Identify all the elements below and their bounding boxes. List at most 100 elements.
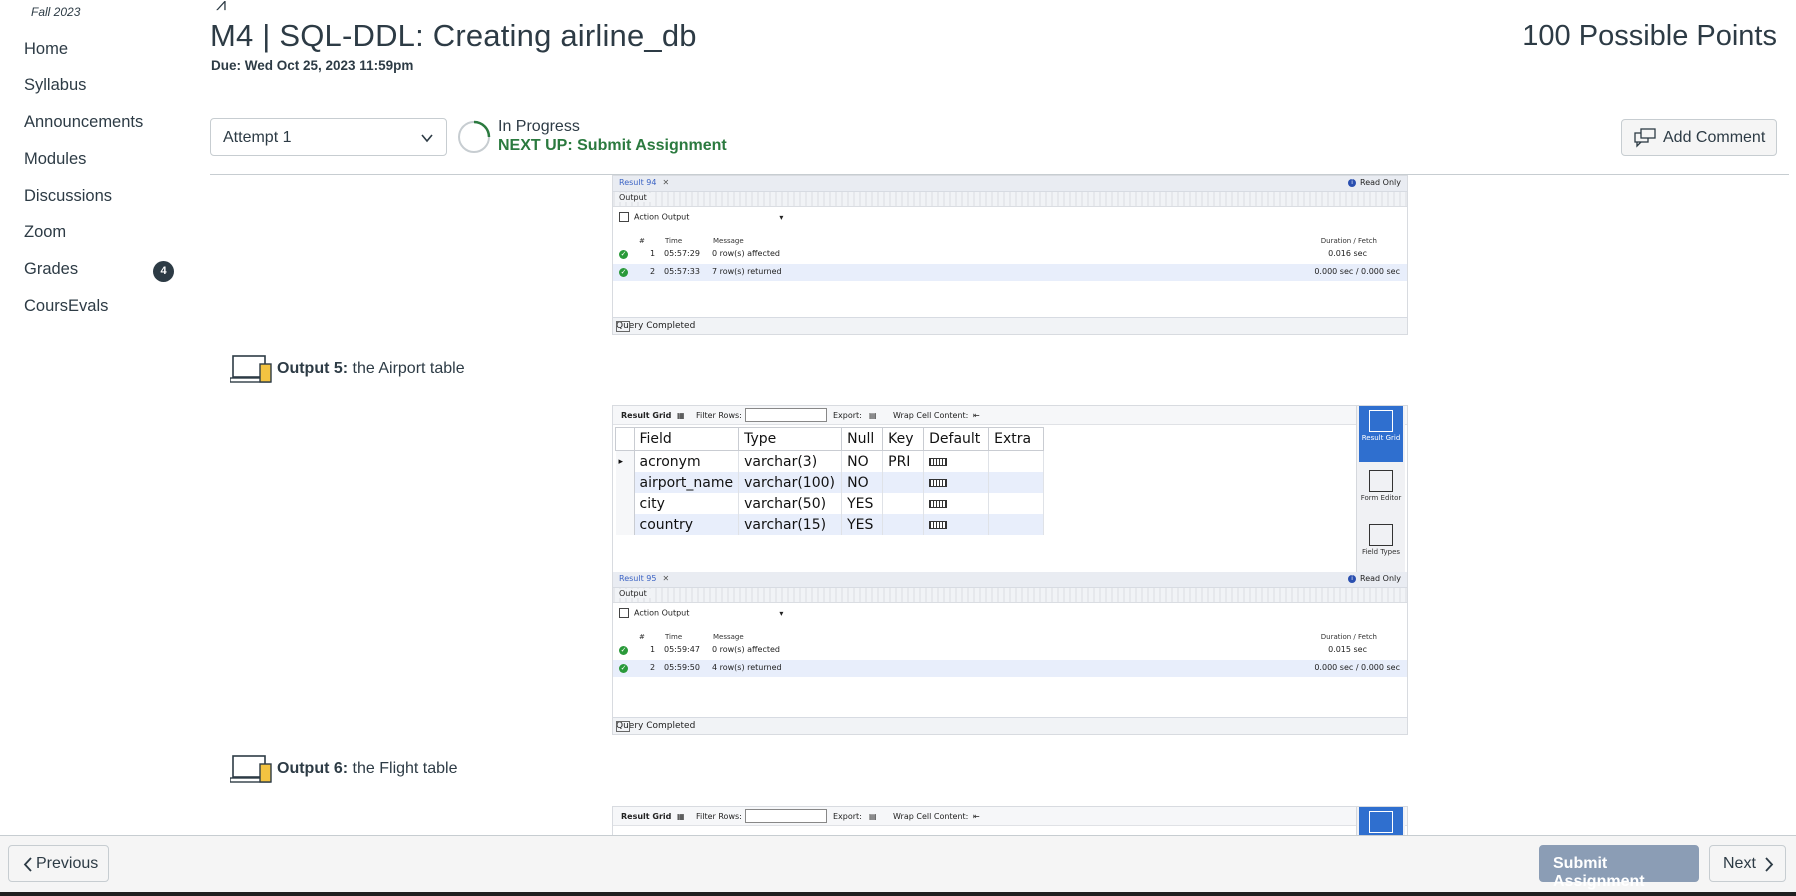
next-button[interactable]: Next [1709,845,1786,882]
result-grid-icon [1369,811,1393,833]
submit-assignment-button[interactable]: Submit Assignment [1539,845,1699,890]
workbench-side-panel: Result Grid Form Editor Field Types [1356,406,1405,572]
result-tab-bar: Result 95 ✕ i Read Only [613,572,1407,588]
wrap-cell-icon: ⇤ [973,411,980,420]
nav-modules[interactable]: Modules [24,150,86,169]
copy-icon [619,212,629,222]
output6-screenshot: Result Grid ▦ Filter Rows: Export: ▤ Wra… [612,806,1408,835]
row-pointer-icon: ▸ [615,450,635,472]
column-header: Type [738,427,843,451]
output-bar: Output [613,192,1407,207]
export-icon: ▤ [869,812,877,821]
action-output-row: ✓ 1 05:57:29 0 row(s) affected 0.016 sec [619,249,1367,259]
attempt-select[interactable]: Attempt 1 [210,118,447,156]
null-blob-icon [929,457,948,466]
result-grid-toolbar: Result Grid ▦ Filter Rows: Export: ▤ Wra… [613,406,1407,425]
info-icon: i [1348,574,1357,583]
column-header: Extra [988,427,1045,451]
previous-label: Previous [36,855,99,872]
output4-screenshot: Result 94 ✕ i Read Only Output Action Outp… [612,175,1408,335]
column-header: Key [882,427,925,451]
chevron-right-icon [1765,857,1774,872]
copy-icon [619,608,629,618]
submission-content[interactable]: Result 94 ✕ i Read Only Output Action Outp… [210,175,1789,835]
action-output-header: # Time Message Duration / Fetch [639,633,1377,641]
course-navigation: Fall 2023 Home Syllabus Announcements Mo… [0,0,200,835]
success-check-icon: ✓ [619,268,628,277]
grid-icon: ▦ [677,812,685,821]
null-blob-icon [929,478,948,487]
workbench-side-panel [1356,807,1405,835]
page-footer: Previous Submit Assignment Next [0,835,1796,893]
progress-ring-icon [458,120,491,153]
null-blob-icon [929,499,948,508]
table-row: city varchar(50) YES [615,493,1045,514]
output-bar: Output [613,588,1407,603]
dropdown-arrow-icon: ▾ [779,212,784,222]
chevron-left-icon [23,857,32,872]
filter-rows-input [745,809,827,823]
nav-discussions[interactable]: Discussions [24,187,112,206]
field-types-icon [1369,524,1393,546]
grid-icon: ▦ [677,411,685,420]
add-comment-label: Add Comment [1663,129,1766,146]
dropdown-arrow-icon: ▾ [779,608,784,618]
close-icon: ✕ [662,178,670,187]
action-output-row: ✓ 1 05:59:47 0 row(s) affected 0.015 sec [619,645,1367,655]
next-up-link[interactable]: NEXT UP: Submit Assignment [498,137,727,155]
nav-courseevals[interactable]: CoursEvals [24,297,108,316]
course-term: Fall 2023 [31,5,81,19]
comment-icon [1634,128,1656,148]
export-icon: ▤ [869,411,877,420]
wrap-cell-icon: ⇤ [973,812,980,821]
result-grid-toolbar: Result Grid ▦ Filter Rows: Export: ▤ Wra… [613,807,1407,826]
form-editor-side-button: Form Editor [1359,466,1403,516]
table-row: country varchar(15) YES [615,514,1045,535]
attempt-select-value: Attempt 1 [223,129,292,146]
column-header: Field [633,427,740,451]
action-output-select: Action Output ▾ [619,608,783,622]
action-output-row: ✓ 2 05:57:33 7 row(s) returned 0.000 sec… [613,264,1407,281]
success-check-icon: ✓ [619,664,628,673]
read-only-indicator: i Read Only [1348,574,1401,583]
airport-field-table: Field Type Null Key Default Extra ▸ acro… [615,427,1045,535]
attempt-status: In Progress [498,118,580,135]
action-output-header: # Time Message Duration / Fetch [639,237,1377,245]
nav-grades[interactable]: Grades [24,260,78,279]
laptop-icon [230,355,272,383]
column-header: Default [923,427,990,451]
filter-rows-input [745,408,827,422]
success-check-icon: ✓ [619,646,628,655]
field-types-side-button: Field Types [1359,520,1403,570]
next-label: Next [1723,855,1756,872]
nav-syllabus[interactable]: Syllabus [24,76,86,95]
result-grid-icon [1369,410,1393,432]
output5-screenshot: Result Grid ▦ Filter Rows: Export: ▤ Wra… [612,405,1408,735]
nav-home[interactable]: Home [24,40,68,59]
result-tab-bar: Result 94 ✕ i Read Only [613,176,1407,192]
logo-icon: ⩘ [216,0,227,14]
due-date: Due: Wed Oct 25, 2023 11:59pm [211,58,414,73]
column-header: Null [841,427,884,451]
result-grid-side-button: Result Grid [1359,406,1403,462]
success-check-icon: ✓ [619,250,628,259]
result-tab: Result 94 ✕ [619,178,670,187]
nav-zoom[interactable]: Zoom [24,223,66,242]
add-comment-button[interactable]: Add Comment [1621,119,1777,156]
page-title: M4 | SQL-DDL: Creating airline_db [210,18,697,53]
result-grid-side-button [1359,807,1403,835]
table-row: ▸ acronym varchar(3) NO PRI [615,450,1045,472]
action-output-row: ✓ 2 05:59:50 4 row(s) returned 0.000 sec… [613,660,1407,677]
nav-announcements[interactable]: Announcements [24,113,143,132]
panel-toggle-icon [616,321,630,332]
form-editor-icon [1369,470,1393,492]
chevron-down-icon [421,134,433,143]
output6-label: Output 6: the Flight table [277,760,458,777]
previous-button[interactable]: Previous [8,845,109,882]
result-tab: Result 95 ✕ [619,574,670,583]
possible-points: 100 Possible Points [1522,20,1777,52]
output5-label: Output 5: the Airport table [277,360,465,377]
close-icon: ✕ [662,574,670,583]
grades-count-badge: 4 [153,261,174,282]
read-only-indicator: i Read Only [1348,178,1401,187]
